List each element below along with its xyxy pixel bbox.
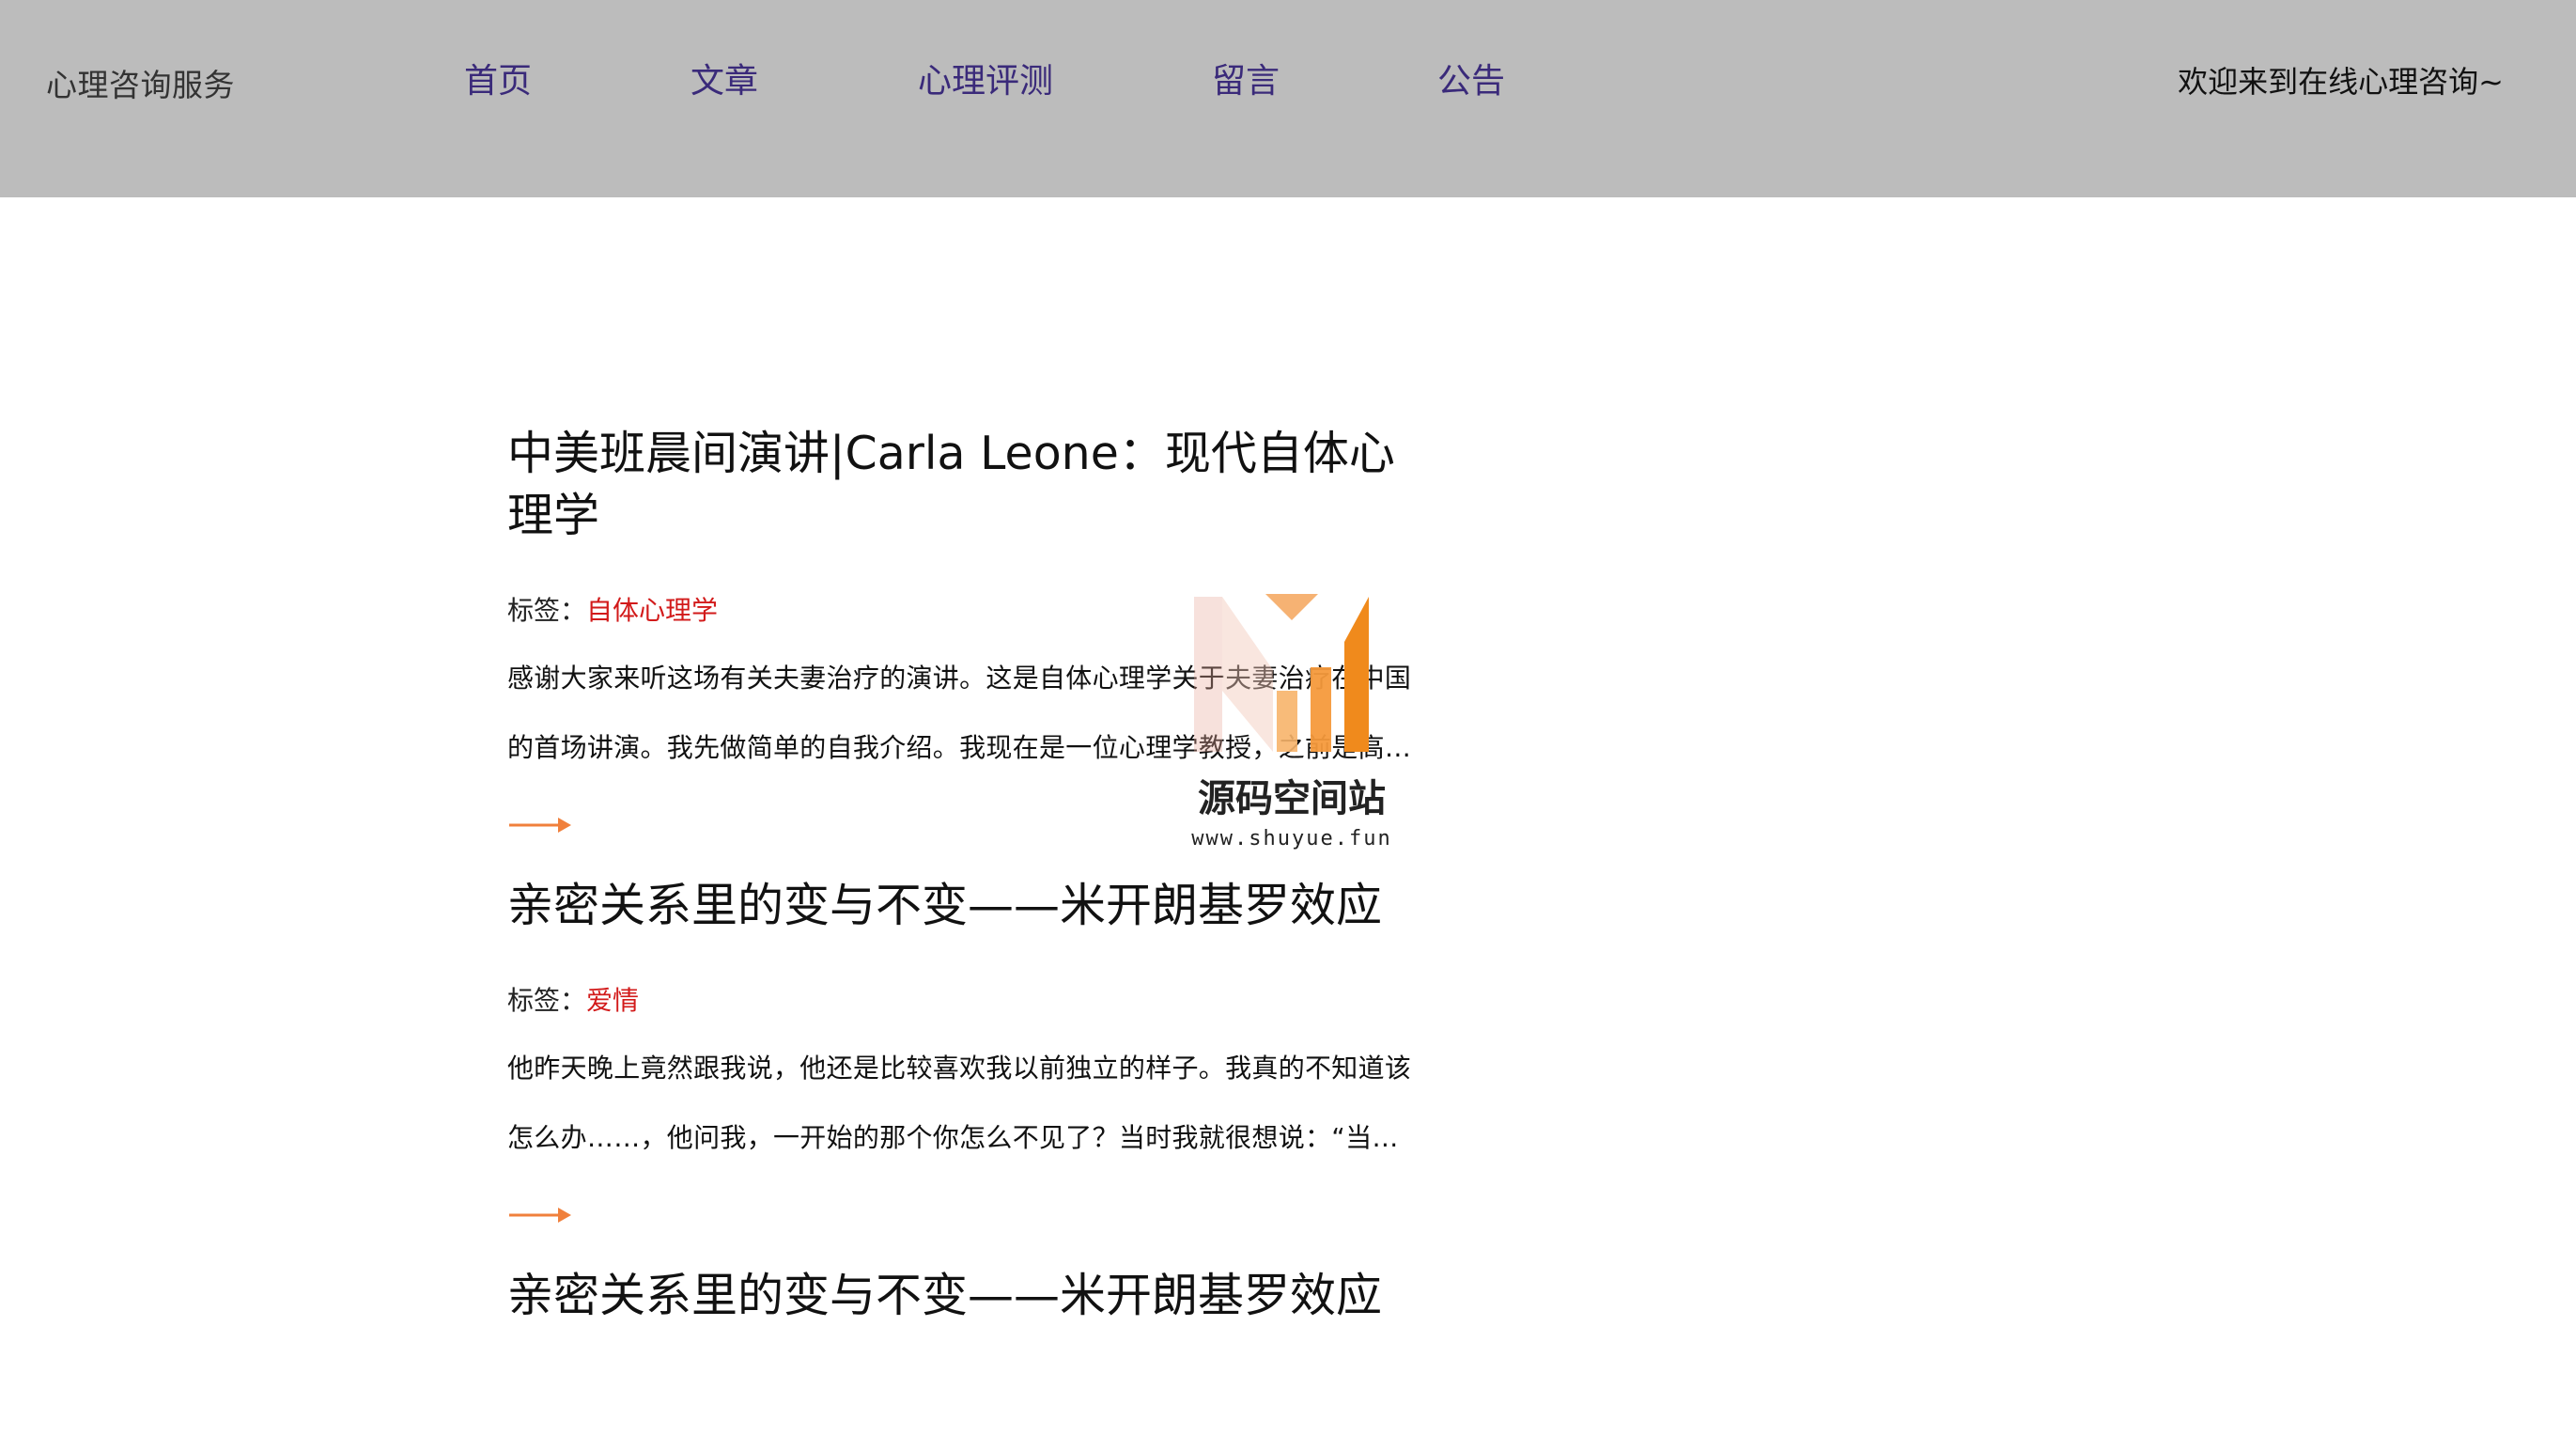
watermark-title: 源码空间站 <box>1198 777 1386 820</box>
article-summary: 他昨天晚上竟然跟我说，他还是比较喜欢我以前独立的样子。我真的不知道该怎么办……，… <box>507 1053 1412 1153</box>
arrow-right-icon[interactable] <box>507 1203 573 1227</box>
site-brand[interactable]: 心理咨询服务 <box>46 62 235 109</box>
article-card: 亲密关系里的变与不变——米开朗基罗效应 标签：爱情 他昨天晚上竟然跟我说，他还是… <box>507 875 1419 1227</box>
welcome-text: 欢迎来到在线心理咨询~ <box>2178 64 2504 100</box>
watermark: 源码空间站 www.shuyue.fun <box>1179 587 1404 860</box>
arrow-right-icon[interactable] <box>507 813 573 837</box>
nav-messages[interactable]: 留言 <box>1212 56 1280 107</box>
article-title[interactable]: 亲密关系里的变与不变——米开朗基罗效应 <box>507 875 1419 937</box>
article-list: 中美班晨间演讲|Carla Leone：现代自体心理学 标签：自体心理学 感谢大… <box>507 423 1419 1327</box>
watermark-logo-icon <box>1194 594 1369 752</box>
article-title[interactable]: 中美班晨间演讲|Carla Leone：现代自体心理学 <box>507 423 1419 547</box>
article-card: 亲密关系里的变与不变——米开朗基罗效应 <box>507 1265 1419 1327</box>
article-title[interactable]: 亲密关系里的变与不变——米开朗基罗效应 <box>507 1265 1419 1327</box>
tag-label: 标签： <box>507 985 587 1016</box>
article-tag-row: 标签：爱情 <box>507 982 1419 1020</box>
watermark-url: www.shuyue.fun <box>1191 827 1392 850</box>
top-nav-bar: 心理咨询服务 首页 文章 心理评测 留言 公告 欢迎来到在线心理咨询~ <box>0 0 2576 197</box>
nav-announcements[interactable]: 公告 <box>1437 56 1505 107</box>
nav-home[interactable]: 首页 <box>464 56 532 107</box>
tag-link[interactable]: 爱情 <box>586 985 639 1016</box>
tag-label: 标签： <box>507 595 587 626</box>
nav-assessment[interactable]: 心理评测 <box>918 56 1053 107</box>
tag-link[interactable]: 自体心理学 <box>586 595 718 626</box>
nav-articles[interactable]: 文章 <box>691 56 758 107</box>
